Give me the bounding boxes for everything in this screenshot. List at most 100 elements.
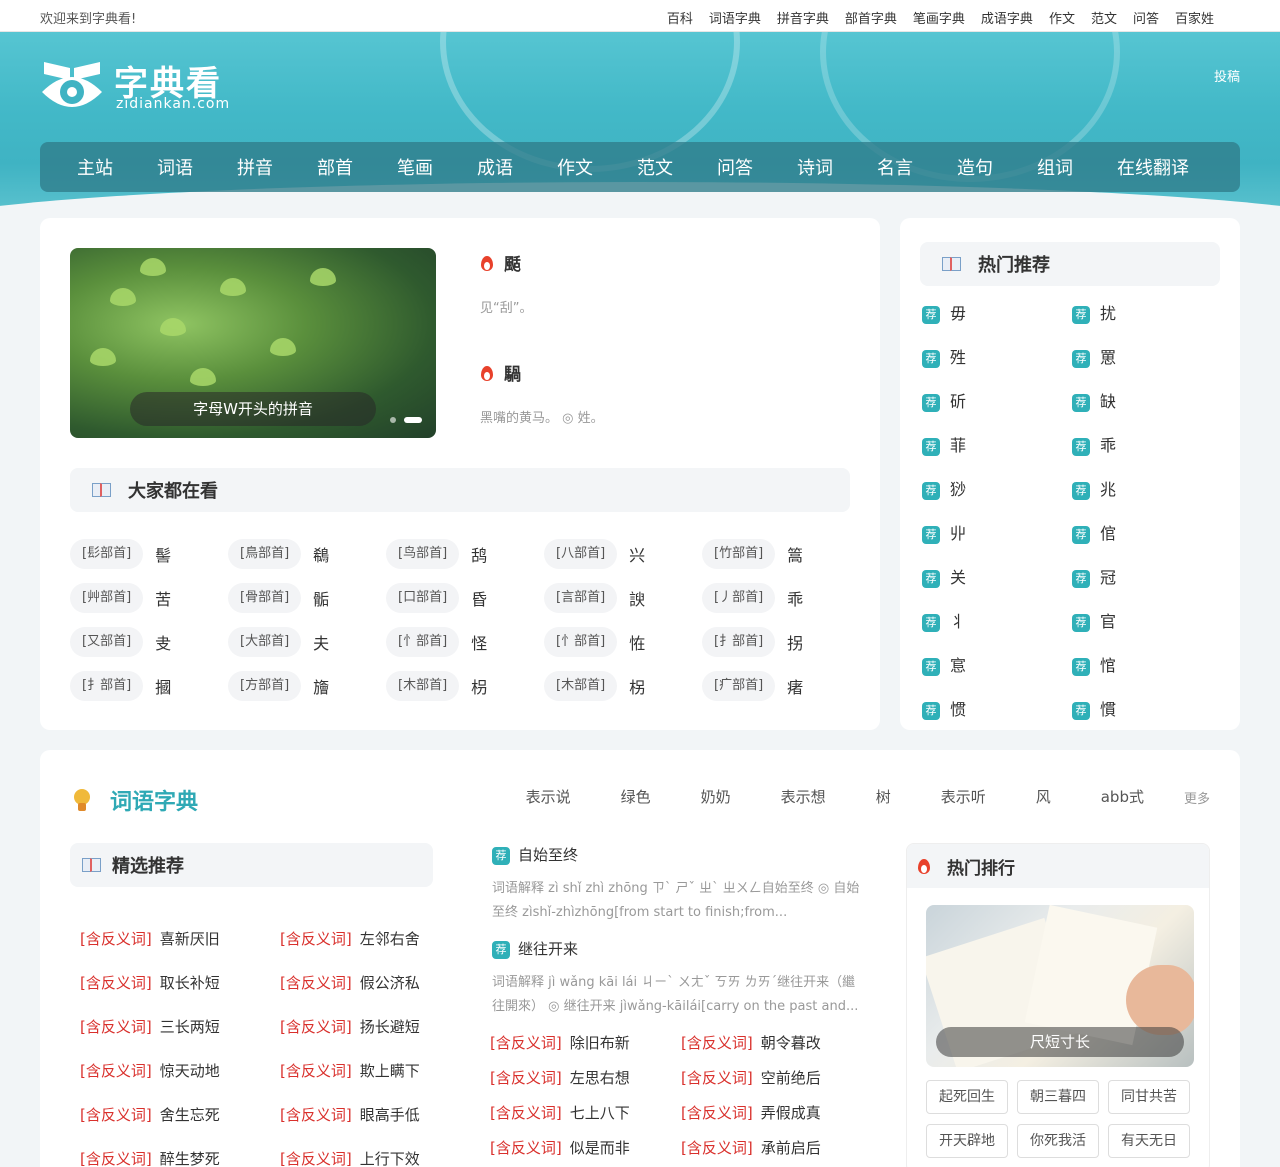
hot-recommend-item[interactable]: 荐毋 [922,300,966,324]
popular-char[interactable]: 髻 [155,542,171,566]
hot-recommend-item[interactable]: 荐扰 [1072,300,1116,324]
antonym-item[interactable]: [含反义词] 舍生忘死 [80,1104,220,1125]
popular-item[interactable]: [言部首] 諛 [544,583,645,613]
popular-item[interactable]: [忄部首] 恠 [544,627,645,657]
radical-tag[interactable]: [扌部首] [70,671,144,701]
hot-recommend-char[interactable]: 猀 [950,480,966,499]
ciyu-tab[interactable]: abb式 [1101,786,1144,807]
antonym-word[interactable]: 欺上瞒下 [360,1062,420,1080]
hot-recommend-char[interactable]: 官 [1100,612,1116,631]
top-link-pinyin[interactable]: 拼音字典 [777,8,829,27]
nav-item-zuci[interactable]: 组词 [1037,154,1073,180]
popular-item[interactable]: [八部首] 兴 [544,539,645,569]
hot-recommend-char[interactable]: 乖 [1100,436,1116,455]
antonym-tag[interactable]: [含反义词] [681,1034,753,1052]
hot-recommend-item[interactable]: 荐乖 [1072,432,1116,456]
radical-tag[interactable]: [忄部首] [544,627,618,657]
hot-recommend-item[interactable]: 荐兆 [1072,476,1116,500]
hot-recommend-char[interactable]: 缺 [1100,392,1116,411]
slider-dot-active[interactable] [404,417,422,423]
idiom-chip[interactable]: 你死我活 [1017,1124,1099,1158]
radical-tag[interactable]: [疒部首] [702,671,776,701]
popular-item[interactable]: [扌部首] 拐 [702,627,803,657]
antonym-word[interactable]: 取长补短 [160,974,220,992]
antonym-item[interactable]: [含反义词] 除旧布新 [490,1032,630,1053]
top-link-bihua[interactable]: 笔画字典 [913,8,965,27]
popular-item[interactable]: [骨部首] 骺 [228,583,329,613]
hot-recommend-char[interactable]: 兆 [1100,480,1116,499]
popular-char[interactable]: 骺 [313,586,329,610]
popular-char[interactable]: 柺 [629,674,645,698]
antonym-tag[interactable]: [含反义词] [490,1069,562,1087]
radical-tag[interactable]: [丿部首] [702,583,776,613]
rec-word-item[interactable]: 荐继往开来 词语解释 jì wǎng kāi lái ㄐㄧˋ ㄨㄤˇ ㄎㄞ ㄌㄞ… [492,938,860,1019]
popular-char[interactable]: 諛 [629,586,645,610]
antonym-tag[interactable]: [含反义词] [80,1150,152,1167]
antonym-tag[interactable]: [含反义词] [490,1034,562,1052]
nav-item-bihua[interactable]: 笔画 [397,154,433,180]
popular-char[interactable]: 摑 [155,674,171,698]
popular-char[interactable]: 怪 [471,630,487,654]
antonym-tag[interactable]: [含反义词] [280,974,352,992]
submit-link[interactable]: 投稿 [1214,66,1240,85]
antonym-item[interactable]: [含反义词] 惊天动地 [80,1060,220,1081]
radical-tag[interactable]: [忄部首] [386,627,460,657]
nav-item-zuowen[interactable]: 作文 [557,154,593,180]
antonym-item[interactable]: [含反义词] 承前启后 [681,1137,821,1158]
hot-recommend-item[interactable]: 荐悺 [1072,652,1116,676]
ciyu-tab[interactable]: 表示说 [526,786,571,807]
top-link-baijiaxing[interactable]: 百家姓 [1175,8,1214,27]
slider-dot[interactable] [390,417,396,423]
radical-tag[interactable]: [言部首] [544,583,618,613]
top-link-chengyu[interactable]: 成语字典 [981,8,1033,27]
popular-char[interactable]: 拐 [787,630,803,654]
hot-recommend-item[interactable]: 荐惯 [922,696,966,720]
antonym-tag[interactable]: [含反义词] [490,1104,562,1122]
radical-tag[interactable]: [木部首] [386,671,460,701]
antonym-tag[interactable]: [含反义词] [280,1018,352,1036]
ciyu-tab[interactable]: 表示听 [941,786,986,807]
popular-char[interactable]: 旝 [313,674,329,698]
featured-char[interactable]: 颳 [504,255,521,275]
hot-recommend-char[interactable]: 殅 [950,348,966,367]
hot-recommend-item[interactable]: 荐悹 [922,652,966,676]
antonym-word[interactable]: 朝令暮改 [761,1034,821,1052]
hot-recommend-item[interactable]: 荐丬 [922,608,966,632]
popular-char[interactable]: 鵗 [313,542,329,566]
popular-char[interactable]: 篙 [787,542,803,566]
hot-recommend-item[interactable]: 荐倌 [1072,520,1116,544]
hot-recommend-char[interactable]: 丬 [950,612,966,631]
popular-char[interactable]: 枴 [471,674,487,698]
popular-item[interactable]: [木部首] 柺 [544,671,645,701]
nav-item-translate[interactable]: 在线翻译 [1117,154,1189,180]
top-link-fanwen[interactable]: 范文 [1091,8,1117,27]
hot-recommend-item[interactable]: 荐罳 [1072,344,1116,368]
more-link[interactable]: 更多 [1184,786,1210,807]
popular-item[interactable]: [忄部首] 怪 [386,627,487,657]
popular-item[interactable]: [扌部首] 摑 [70,671,171,701]
antonym-item[interactable]: [含反义词] 左邻右舍 [280,928,420,949]
idiom-chip[interactable]: 朝三暮四 [1017,1080,1099,1114]
rec-word[interactable]: 自始至终 [518,846,578,864]
rec-word-item[interactable]: 荐自始至终 词语解释 zì shǐ zhì zhōng ㄗˋ ㄕˇ ㄓˋ ㄓㄨㄥ… [492,844,860,925]
popular-item[interactable]: [髟部首] 髻 [70,539,171,569]
antonym-item[interactable]: [含反义词] 上行下效 [280,1148,420,1167]
ciyu-tab[interactable]: 风 [1036,786,1051,807]
antonym-item[interactable]: [含反义词] 醉生梦死 [80,1148,220,1167]
antonym-item[interactable]: [含反义词] 朝令暮改 [681,1032,821,1053]
antonym-tag[interactable]: [含反义词] [490,1139,562,1157]
ciyu-tab[interactable]: 奶奶 [701,786,731,807]
radical-tag[interactable]: [扌部首] [702,627,776,657]
radical-tag[interactable]: [竹部首] [702,539,776,569]
idiom-chip[interactable]: 同甘共苦 [1108,1080,1190,1114]
antonym-word[interactable]: 扬长避短 [360,1018,420,1036]
hot-recommend-char[interactable]: 菲 [950,436,966,455]
ciyu-tab[interactable]: 树 [876,786,891,807]
popular-item[interactable]: [口部首] 昏 [386,583,487,613]
hot-recommend-char[interactable]: 慣 [1100,700,1116,719]
hot-recommend-char[interactable]: 丱 [950,524,966,543]
antonym-item[interactable]: [含反义词] 欺上瞒下 [280,1060,420,1081]
hot-recommend-item[interactable]: 荐缺 [1072,388,1116,412]
antonym-tag[interactable]: [含反义词] [80,1062,152,1080]
popular-char[interactable]: 瘏 [787,674,803,698]
